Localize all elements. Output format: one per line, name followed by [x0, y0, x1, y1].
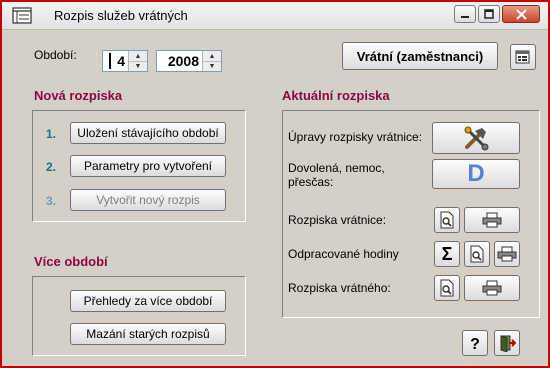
- step-number: 1.: [46, 127, 57, 141]
- year-spinner-arrows: ▲ ▼: [202, 51, 221, 71]
- hours-preview-button[interactable]: [464, 241, 490, 267]
- year-spinner[interactable]: 2008 ▲ ▼: [156, 50, 222, 72]
- new-schedule-heading: Nová rozpiska: [34, 88, 123, 103]
- month-down-arrow[interactable]: ▼: [129, 61, 147, 71]
- leave-label-line2: přesčas:: [288, 175, 334, 189]
- print-preview-icon: [440, 279, 454, 297]
- multi-period-overview-button[interactable]: Přehledy za více období: [70, 290, 226, 312]
- tools-icon: [464, 126, 489, 151]
- reception-schedule-label: Rozpiska vrátnice:: [288, 213, 387, 227]
- year-down-arrow[interactable]: ▼: [203, 61, 221, 71]
- d-letter-icon: D: [467, 160, 485, 187]
- edit-schedule-button[interactable]: [432, 122, 520, 154]
- properties-icon: [515, 50, 530, 64]
- exit-button[interactable]: [494, 330, 520, 356]
- reception-print-button[interactable]: [464, 207, 520, 233]
- porter-schedule-label: Rozpiska vrátného:: [288, 281, 391, 295]
- printer-icon: [497, 246, 517, 262]
- porter-preview-button[interactable]: [434, 275, 460, 301]
- sigma-icon: Σ: [441, 243, 453, 264]
- multi-period-heading: Více období: [34, 254, 108, 269]
- maximize-icon: [484, 9, 494, 19]
- leave-label-line1: Dovolená, nemoc,: [288, 161, 385, 175]
- title-bar[interactable]: Rozpis služeb vrátných: [2, 2, 548, 30]
- minimize-button[interactable]: [454, 5, 476, 23]
- creation-parameters-button[interactable]: Parametry pro vytvoření: [70, 155, 226, 177]
- form-icon: [12, 7, 32, 24]
- leave-sickness-overtime-button[interactable]: D: [432, 159, 520, 189]
- month-spinner[interactable]: 4 ▲ ▼: [102, 50, 148, 72]
- svg-text:?: ?: [470, 336, 480, 352]
- period-label: Období:: [34, 48, 77, 62]
- month-spinner-arrows: ▲ ▼: [128, 51, 147, 71]
- porter-print-button[interactable]: [464, 275, 520, 301]
- exit-door-icon: [500, 335, 516, 352]
- printer-icon: [482, 212, 502, 228]
- help-icon: ?: [470, 336, 480, 352]
- save-period-button[interactable]: Uložení stávajícího období: [70, 122, 226, 144]
- reception-preview-button[interactable]: [434, 207, 460, 233]
- help-button[interactable]: ?: [462, 330, 488, 356]
- maximize-button[interactable]: [478, 5, 500, 23]
- window-title: Rozpis služeb vrátných: [54, 8, 188, 23]
- minimize-icon: [461, 16, 469, 18]
- print-preview-icon: [440, 211, 454, 229]
- edit-schedule-label: Úpravy rozpisky vrátnice:: [288, 130, 423, 144]
- create-schedule-button[interactable]: Vytvořit nový rozpis: [70, 189, 226, 211]
- text-caret: [109, 53, 111, 69]
- printer-icon: [482, 280, 502, 296]
- print-preview-icon: [470, 245, 484, 263]
- worked-hours-label: Odpracované hodiny: [288, 247, 399, 261]
- hours-sum-button[interactable]: Σ: [434, 241, 460, 267]
- delete-old-schedules-button[interactable]: Mazání starých rozpisů: [70, 323, 226, 345]
- current-schedule-heading: Aktuální rozpiska: [282, 88, 390, 103]
- month-value[interactable]: 4: [117, 53, 125, 69]
- app-window: Rozpis služeb vrátných Období: 4 ▲ ▼ 200…: [0, 0, 550, 368]
- hours-print-button[interactable]: [494, 241, 520, 267]
- step-number: 2.: [46, 160, 57, 174]
- staff-button[interactable]: Vrátní (zaměstnanci): [342, 42, 498, 70]
- properties-button[interactable]: [510, 44, 536, 70]
- step-number: 3.: [46, 194, 57, 208]
- close-button[interactable]: [502, 5, 540, 23]
- year-value[interactable]: 2008: [168, 53, 199, 69]
- close-icon: [515, 8, 527, 20]
